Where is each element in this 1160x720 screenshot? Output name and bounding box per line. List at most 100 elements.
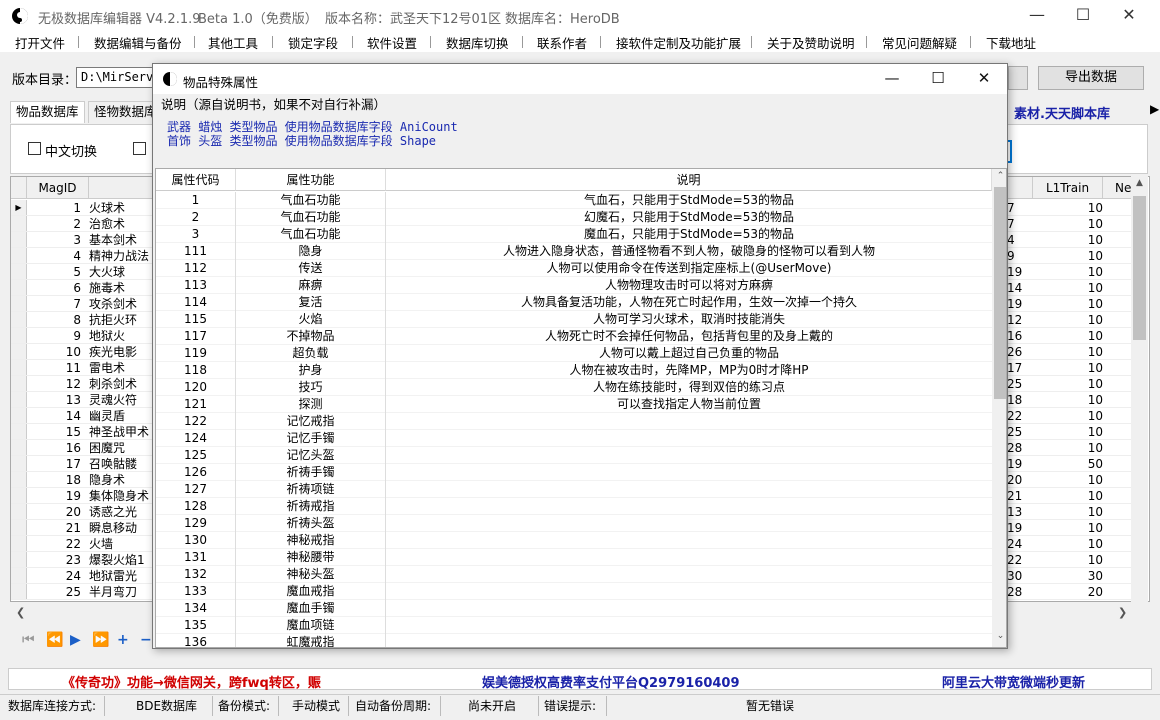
attributes-table[interactable]: 属性代码 属性功能 说明 1 气血石功能 气血石，只能用于StdMode=53的物品… bbox=[155, 168, 1007, 648]
dialog-scroll-down-icon[interactable]: ⌄ bbox=[992, 631, 1006, 641]
row-indicator[interactable] bbox=[11, 568, 27, 584]
tab-item-db[interactable]: 物品数据库 bbox=[10, 101, 85, 123]
attribute-row[interactable]: 1 气血石功能 气血石，只能用于StdMode=53的物品 bbox=[156, 192, 992, 209]
col-a-header[interactable] bbox=[1007, 177, 1033, 199]
row-indicator[interactable] bbox=[11, 264, 27, 280]
cell-value[interactable]: 21 bbox=[1007, 488, 1025, 504]
cell-l1train[interactable]: 10 bbox=[1043, 328, 1103, 344]
banner-right[interactable]: 阿里云大带宽微端秒更新 bbox=[942, 672, 1085, 691]
cell-desc[interactable]: 可以查找指定人物当前位置 bbox=[386, 396, 992, 413]
cell-func[interactable]: 护身 bbox=[236, 362, 386, 379]
cell-l1train[interactable]: 10 bbox=[1043, 200, 1103, 216]
banner-center[interactable]: 娱美德授权高费率支付平台Q2979160409 bbox=[482, 672, 740, 691]
cell-func[interactable]: 记忆戒指 bbox=[236, 413, 386, 430]
attribute-row[interactable]: 117 不掉物品 人物死亡时不会掉任何物品，包括背包里的及身上戴的 bbox=[156, 328, 992, 345]
cell-value[interactable]: 14 bbox=[1007, 280, 1025, 296]
cell-l1train[interactable]: 10 bbox=[1043, 440, 1103, 456]
cell-code[interactable]: 133 bbox=[156, 583, 236, 600]
cell-value[interactable]: 9 bbox=[1007, 248, 1025, 264]
cell-code[interactable]: 111 bbox=[156, 243, 236, 260]
col-desc-header[interactable]: 说明 bbox=[386, 169, 992, 191]
cell-magid[interactable]: 25 bbox=[27, 584, 83, 600]
cell-magid[interactable]: 3 bbox=[27, 232, 83, 248]
minimize-button[interactable]: — bbox=[1014, 0, 1060, 32]
cell-code[interactable]: 3 bbox=[156, 226, 236, 243]
cell-func[interactable]: 祈祷手镯 bbox=[236, 464, 386, 481]
cell-code[interactable]: 113 bbox=[156, 277, 236, 294]
cell-l1train[interactable]: 10 bbox=[1043, 408, 1103, 424]
cell-value[interactable]: 4 bbox=[1007, 232, 1025, 248]
cell-l1train[interactable]: 10 bbox=[1043, 248, 1103, 264]
cell-value[interactable]: 19 bbox=[1007, 456, 1025, 472]
cell-desc[interactable]: 幻魔石，只能用于StdMode=53的物品 bbox=[386, 209, 992, 226]
cell-l1train[interactable]: 10 bbox=[1043, 536, 1103, 552]
cell-value[interactable]: 28 bbox=[1007, 584, 1025, 600]
cell-func[interactable]: 气血石功能 bbox=[236, 226, 386, 243]
cell-l1train[interactable]: 30 bbox=[1043, 568, 1103, 584]
cell-magid[interactable]: 18 bbox=[27, 472, 83, 488]
cell-code[interactable]: 118 bbox=[156, 362, 236, 379]
attribute-row[interactable]: 114 复活 人物具备复活功能，人物在死亡时起作用，生效一次掉一个持久 bbox=[156, 294, 992, 311]
row-indicator[interactable] bbox=[11, 312, 27, 328]
dialog-scroll-up-icon[interactable]: ⌃ bbox=[992, 171, 1006, 181]
cell-code[interactable]: 2 bbox=[156, 209, 236, 226]
attribute-row[interactable]: 136 虹魔戒指 bbox=[156, 634, 992, 647]
cell-desc[interactable]: 人物在被攻击时，先降MP，MP为0时才降HP bbox=[386, 362, 992, 379]
cell-magid[interactable]: 12 bbox=[27, 376, 83, 392]
cell-l1train[interactable]: 50 bbox=[1043, 456, 1103, 472]
cell-func[interactable]: 神秘戒指 bbox=[236, 532, 386, 549]
cell-l1train[interactable]: 10 bbox=[1043, 472, 1103, 488]
cell-func[interactable]: 火焰 bbox=[236, 311, 386, 328]
cell-l1train[interactable]: 10 bbox=[1043, 488, 1103, 504]
cell-code[interactable]: 121 bbox=[156, 396, 236, 413]
cell-desc[interactable]: 人物可以使用命令在传送到指定座标上(@UserMove) bbox=[386, 260, 992, 277]
cell-value[interactable]: 7 bbox=[1007, 216, 1025, 232]
cell-func[interactable]: 探测 bbox=[236, 396, 386, 413]
cell-desc[interactable]: 人物具备复活功能，人物在死亡时起作用，生效一次掉一个持久 bbox=[386, 294, 992, 311]
cell-value[interactable]: 16 bbox=[1007, 328, 1025, 344]
cell-magid[interactable]: 11 bbox=[27, 360, 83, 376]
cell-func[interactable]: 魔血手镯 bbox=[236, 600, 386, 617]
cell-value[interactable]: 17 bbox=[1007, 360, 1025, 376]
cell-l1train[interactable]: 10 bbox=[1043, 376, 1103, 392]
version-dir-input[interactable]: D:\MirServ bbox=[76, 67, 158, 88]
cell-code[interactable]: 127 bbox=[156, 481, 236, 498]
cell-code[interactable]: 115 bbox=[156, 311, 236, 328]
row-indicator[interactable] bbox=[11, 440, 27, 456]
row-indicator[interactable] bbox=[11, 408, 27, 424]
cell-magid[interactable]: 15 bbox=[27, 424, 83, 440]
col-code-header[interactable]: 属性代码 bbox=[156, 169, 236, 191]
cell-value[interactable]: 22 bbox=[1007, 408, 1025, 424]
cell-magid[interactable]: 8 bbox=[27, 312, 83, 328]
cell-code[interactable]: 119 bbox=[156, 345, 236, 362]
cell-func[interactable]: 魔血项链 bbox=[236, 617, 386, 634]
row-indicator[interactable] bbox=[11, 392, 27, 408]
cell-value[interactable]: 20 bbox=[1007, 472, 1025, 488]
col-name-header[interactable] bbox=[89, 177, 159, 199]
menu-db-switch[interactable]: 数据库切换 bbox=[446, 33, 509, 52]
cell-func[interactable]: 祈祷项链 bbox=[236, 481, 386, 498]
cell-l1train[interactable]: 10 bbox=[1043, 504, 1103, 520]
nav-delete-icon[interactable]: − bbox=[140, 632, 152, 648]
attribute-row[interactable]: 112 传送 人物可以使用命令在传送到指定座标上(@UserMove) bbox=[156, 260, 992, 277]
menu-faq[interactable]: 常见问题解疑 bbox=[882, 33, 957, 52]
attribute-row[interactable]: 125 记忆头盔 bbox=[156, 447, 992, 464]
cell-magid[interactable]: 14 bbox=[27, 408, 83, 424]
cell-func[interactable]: 气血石功能 bbox=[236, 192, 386, 209]
cell-l1train[interactable]: 10 bbox=[1043, 424, 1103, 440]
row-indicator[interactable] bbox=[11, 424, 27, 440]
cell-code[interactable]: 131 bbox=[156, 549, 236, 566]
banner-left[interactable]: 《传奇功》功能→微信网关，跨fwq转区，赈 bbox=[62, 672, 321, 691]
cell-code[interactable]: 125 bbox=[156, 447, 236, 464]
option-checkbox[interactable] bbox=[133, 142, 146, 155]
attribute-row[interactable]: 2 气血石功能 幻魔石，只能用于StdMode=53的物品 bbox=[156, 209, 992, 226]
dialog-scroll-thumb[interactable] bbox=[994, 187, 1006, 399]
maximize-button[interactable]: ☐ bbox=[1060, 0, 1106, 32]
cell-desc[interactable]: 人物物理攻击时可以将对方麻痹 bbox=[386, 277, 992, 294]
cell-value[interactable]: 22 bbox=[1007, 552, 1025, 568]
cell-code[interactable]: 114 bbox=[156, 294, 236, 311]
menu-data-edit[interactable]: 数据编辑与备份 bbox=[94, 33, 182, 52]
chinese-toggle-checkbox[interactable] bbox=[28, 142, 41, 155]
cell-desc[interactable]: 人物死亡时不会掉任何物品，包括背包里的及身上戴的 bbox=[386, 328, 992, 345]
scroll-right-icon[interactable]: ❯ bbox=[1118, 606, 1127, 619]
